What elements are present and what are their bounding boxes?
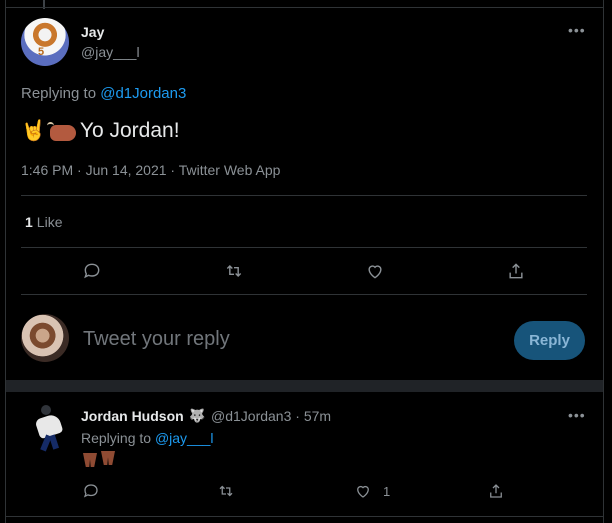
reply-button[interactable]: Reply: [514, 321, 585, 360]
reply-author-avatar[interactable]: [33, 405, 69, 453]
reply-replying-to-handle-link[interactable]: @jay___l: [155, 430, 214, 446]
hoof-print-icon: [101, 451, 115, 465]
reply-replying-to-line: Replying to @jay___l: [81, 430, 214, 446]
author-avatar[interactable]: 5: [21, 18, 69, 66]
tweet-text: 🤘 Yo Jordan!: [21, 118, 180, 143]
bottom-divider: [6, 516, 603, 517]
tweet-body-text: Yo Jordan!: [79, 118, 180, 142]
ox-emoji-icon: [46, 121, 76, 141]
reply-tweet-retweet-icon[interactable]: [216, 481, 236, 501]
reply-tweet-like-count: 1: [383, 484, 391, 499]
avatar-player-leg: [48, 434, 60, 450]
author-display-name[interactable]: Jay: [81, 24, 104, 40]
likes-divider: [21, 247, 587, 248]
likes-summary[interactable]: 1 Like: [25, 214, 62, 230]
paw-prints-emoji-icon: [81, 451, 121, 471]
share-action-icon[interactable]: [504, 259, 528, 283]
reply-author-display-name[interactable]: Jordan Hudson: [81, 408, 184, 424]
avatar-player-head: [41, 405, 51, 415]
actions-divider: [21, 294, 587, 295]
timeline-left-border: [5, 0, 6, 523]
reply-action-icon[interactable]: [80, 259, 104, 283]
more-options-icon[interactable]: •••: [568, 22, 586, 38]
wolf-emoji-icon: 🐺: [189, 408, 206, 423]
replying-to-handle-link[interactable]: @d1Jordan3: [100, 85, 186, 102]
like-count: 1: [25, 214, 33, 230]
sign-of-horns-emoji-icon: 🤘: [21, 120, 46, 142]
section-separator: [6, 380, 603, 392]
reply-composer-input[interactable]: Tweet your reply: [83, 328, 230, 351]
reply-tweet-like-icon[interactable]: [353, 481, 373, 501]
reply-tweet-share-icon[interactable]: [486, 481, 506, 501]
tweet-timestamp-source[interactable]: 1:46 PM · Jun 14, 2021 · Twitter Web App: [21, 162, 280, 178]
retweet-action-icon[interactable]: [222, 259, 246, 283]
like-label: Like: [36, 214, 63, 230]
reply-replying-to-label: Replying to: [81, 430, 152, 446]
hoof-print-icon: [83, 453, 97, 467]
avatar-jersey-number: 5: [38, 46, 45, 58]
timestamp-divider: [21, 195, 587, 196]
current-user-avatar[interactable]: [21, 314, 69, 362]
top-divider: [6, 7, 603, 8]
like-action-icon[interactable]: [363, 259, 387, 283]
reply-author-handle-and-time[interactable]: @d1Jordan3 · 57m: [211, 408, 331, 424]
reply-tweet-reply-icon[interactable]: [81, 481, 101, 501]
timeline-right-border: [603, 0, 604, 523]
author-handle[interactable]: @jay___l: [81, 44, 140, 60]
replying-to-line: Replying to @d1Jordan3: [21, 85, 186, 102]
replying-to-label: Replying to: [21, 85, 97, 102]
reply-more-options-icon[interactable]: •••: [568, 407, 586, 423]
